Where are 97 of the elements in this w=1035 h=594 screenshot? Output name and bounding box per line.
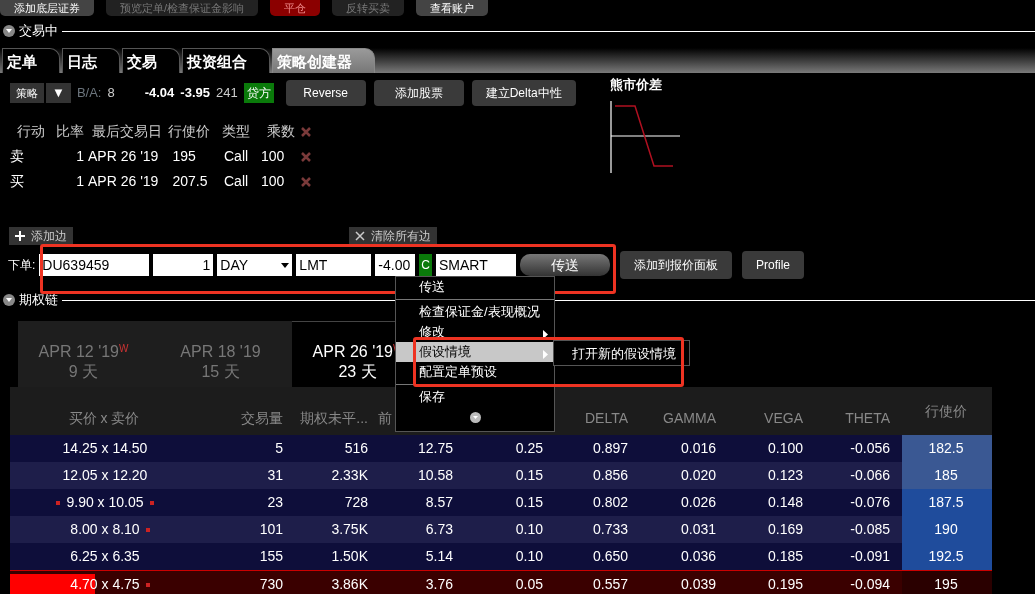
- table-cell-text: 0.100: [766, 439, 804, 458]
- table-cell-text: 23: [266, 493, 284, 512]
- table-cell-text: 155: [258, 547, 284, 566]
- leg-strike: 195: [171, 147, 197, 166]
- column-header: 前: [378, 409, 393, 428]
- column-header: 行动: [16, 122, 46, 141]
- column-header: 交易量: [240, 409, 284, 428]
- table-cell-text: 12.75: [416, 439, 454, 458]
- column-header: 类型: [221, 122, 251, 141]
- leg-multiplier: 100: [261, 172, 286, 191]
- table-cell-text: 730: [258, 575, 284, 594]
- leg-multiplier: 100: [261, 147, 286, 166]
- ba-label: B/A:: [76, 84, 102, 103]
- table-cell-text: 6.73: [424, 520, 454, 539]
- table-cell-text: 0.036: [679, 547, 717, 566]
- table-cell-text: 0.897: [591, 439, 629, 458]
- column-header: 比率: [55, 122, 85, 141]
- table-cell-text: 0.123: [766, 466, 804, 485]
- price-flag: C: [419, 254, 432, 276]
- strike-cell: 182.5: [902, 435, 992, 462]
- table-cell-text: 0.148: [766, 493, 804, 512]
- column-header: 最后交易日: [91, 122, 163, 141]
- ask-size: 241: [215, 84, 238, 103]
- strike-cell: 192.5: [902, 543, 992, 570]
- bid-ask-text: 9.90 x 10.05: [66, 494, 144, 510]
- table-cell-text: 31: [266, 466, 284, 485]
- table-cell-text: 0.185: [766, 547, 804, 566]
- table-cell-text: 0.020: [679, 466, 717, 485]
- table-cell-text: 5: [274, 439, 284, 458]
- bid-price: -4.04: [144, 84, 175, 103]
- table-cell-text: 0.031: [679, 520, 717, 539]
- table-cell-text: 8.57: [424, 493, 454, 512]
- table-cell-text: -0.076: [849, 493, 891, 512]
- bid-size: 8: [107, 84, 115, 103]
- table-cell-text: 0.10: [514, 547, 544, 566]
- leg-ratio: 1: [75, 147, 85, 166]
- column-header: 买价 x 卖价: [67, 409, 141, 428]
- order-label: 下单:: [8, 257, 36, 274]
- column-header: 行使价: [924, 402, 968, 421]
- table-cell-text: 0.016: [679, 439, 717, 458]
- leg-date: APR 26 '19: [88, 147, 160, 166]
- bid-ask-text: 14.25 x 14.50: [62, 440, 148, 456]
- column-header: VEGA: [763, 409, 804, 428]
- table-cell-text: -0.085: [849, 520, 891, 539]
- table-cell-text: 0.039: [679, 575, 717, 594]
- table-cell-text: 10.58: [416, 466, 454, 485]
- table-cell-text: 0.195: [766, 575, 804, 594]
- table-cell-text: 3.76: [424, 575, 454, 594]
- table-cell-text: 0.650: [591, 547, 629, 566]
- table-cell-text: 0.733: [591, 520, 629, 539]
- table-cell-text: -0.066: [849, 466, 891, 485]
- table-cell-text: 0.25: [514, 439, 544, 458]
- table-cell-text: 5.14: [424, 547, 454, 566]
- table-cell-text: 101: [258, 520, 284, 539]
- table-cell-text: 0.557: [591, 575, 629, 594]
- leg-date: APR 26 '19: [88, 172, 160, 191]
- table-cell-text: 516: [343, 439, 369, 458]
- table-cell-text: 3.75K: [330, 520, 369, 539]
- column-header: THETA: [844, 409, 891, 428]
- leg-action: 买: [10, 172, 25, 191]
- column-header: GAMMA: [662, 409, 717, 428]
- column-header: 期权未平...: [299, 409, 369, 428]
- ask-price: -3.95: [180, 84, 210, 103]
- table-cell-text: 0.856: [591, 466, 629, 485]
- table-cell-text: 0.15: [514, 466, 544, 485]
- table-cell-text: 0.169: [766, 520, 804, 539]
- strike-cell: 190: [902, 516, 992, 543]
- table-cell-text: 2.33K: [330, 466, 369, 485]
- table-cell-text: 0.05: [514, 575, 544, 594]
- table-cell-text: -0.056: [849, 439, 891, 458]
- bid-ask-text: 12.05 x 12.20: [62, 467, 148, 483]
- bid-ask-text: 6.25 x 6.35: [70, 548, 140, 564]
- table-cell-text: -0.091: [849, 547, 891, 566]
- strike-cell: 187.5: [902, 489, 992, 516]
- table-cell-text: 3.86K: [330, 575, 369, 594]
- side-badge: 贷方: [243, 83, 274, 103]
- table-cell-text: 0.10: [514, 520, 544, 539]
- column-header: DELTA: [583, 409, 629, 428]
- table-cell-text: -0.094: [849, 575, 891, 594]
- leg-ratio: 1: [75, 172, 85, 191]
- table-cell-text: 728: [343, 493, 369, 512]
- section-title: 交易中: [19, 22, 58, 41]
- section-title: 期权链: [19, 291, 58, 310]
- leg-strike: 207.5: [171, 172, 209, 191]
- strike-cell: 195: [902, 571, 992, 594]
- leg-type: Call: [223, 172, 250, 191]
- table-cell-text: 0.15: [514, 493, 544, 512]
- strike-cell: 185: [902, 462, 992, 489]
- strategy-title: 熊市价差: [610, 76, 663, 94]
- column-header: 乘数: [266, 122, 296, 141]
- column-header: 行使价: [166, 122, 211, 141]
- bid-ask-text: 8.00 x 8.10: [70, 521, 140, 537]
- leg-action: 卖: [10, 147, 25, 166]
- table-cell-text: 1.50K: [330, 547, 369, 566]
- table-cell-text: 0.802: [591, 493, 629, 512]
- leg-type: Call: [223, 147, 250, 166]
- table-cell-text: 0.026: [679, 493, 717, 512]
